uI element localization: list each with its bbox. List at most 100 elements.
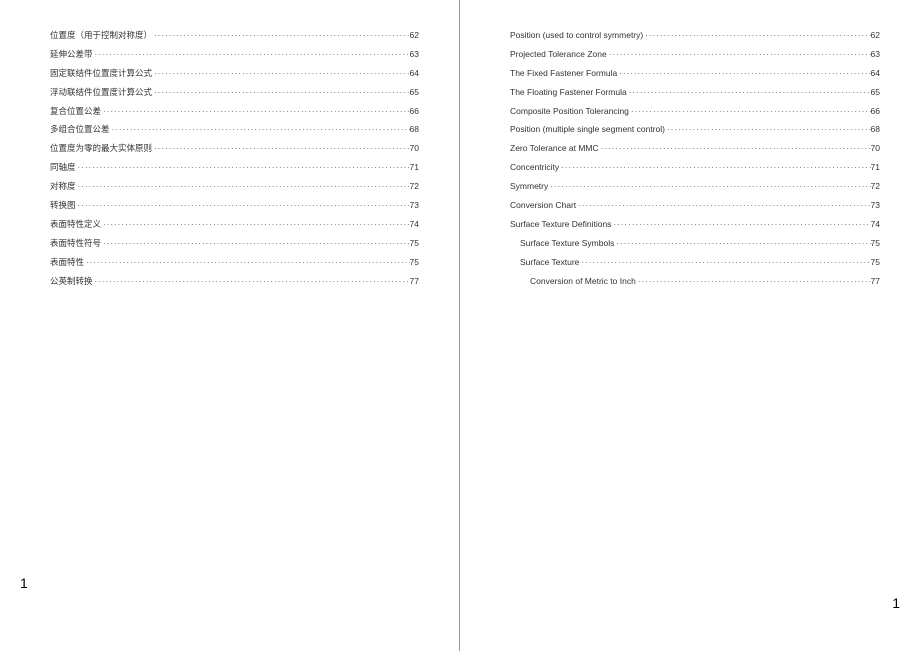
- toc-entry: 同轴度 71: [50, 162, 419, 174]
- toc-entry-page: 62: [410, 30, 419, 42]
- toc-entry-title: 转换图: [50, 200, 76, 212]
- toc-entry-title: 位置度（用于控制对称度）: [50, 30, 152, 42]
- toc-entry-page: 71: [410, 162, 419, 174]
- toc-entry: 固定联结件位置度计算公式 64: [50, 68, 419, 80]
- toc-entry-page: 70: [871, 143, 880, 155]
- toc-entry-title: Conversion Chart: [510, 200, 576, 212]
- toc-entry: Surface Texture Definitions 74: [510, 219, 880, 231]
- toc-leader: [576, 200, 870, 211]
- toc-leader: [617, 68, 870, 79]
- toc-leader: [76, 181, 410, 192]
- toc-entry: 对称度 72: [50, 181, 419, 193]
- toc-entry: Position (multiple single segment contro…: [510, 124, 880, 136]
- toc-entry-page: 70: [410, 143, 419, 155]
- toc-entry-title: Zero Tolerance at MMC: [510, 143, 599, 155]
- toc-leader: [76, 162, 410, 173]
- toc-entry-title: 固定联结件位置度计算公式: [50, 68, 152, 80]
- toc-entry-title: 同轴度: [50, 162, 76, 174]
- toc-entry-title: 复合位置公差: [50, 106, 101, 118]
- toc-entry-page: 74: [410, 219, 419, 231]
- toc-entry: Conversion of Metric to Inch 77: [510, 276, 880, 288]
- toc-entry-page: 66: [410, 106, 419, 118]
- toc-entry-title: Surface Texture Definitions: [510, 219, 611, 231]
- toc-leader: [643, 30, 870, 41]
- toc-entry-title: 位置度为零的最大实体原则: [50, 143, 152, 155]
- toc-entry-page: 77: [871, 276, 880, 288]
- toc-entry: Symmetry 72: [510, 181, 880, 193]
- toc-entry: 表面特性75: [50, 257, 419, 269]
- toc-leader: [665, 124, 871, 135]
- toc-entry-page: 75: [410, 238, 419, 250]
- toc-entry: Conversion Chart73: [510, 200, 880, 212]
- toc-entry-title: 表面特性: [50, 257, 84, 269]
- toc-entry: The Floating Fastener Formula65: [510, 87, 880, 99]
- toc-leader: [101, 106, 410, 117]
- toc-entry-page: 65: [410, 87, 419, 99]
- toc-leader: [101, 219, 410, 230]
- toc-right: Position (used to control symmetry) 62 Pro…: [510, 30, 880, 595]
- toc-entry-page: 73: [410, 200, 419, 212]
- toc-entry-page: 64: [410, 68, 419, 80]
- toc-entry-title: The Fixed Fastener Formula: [510, 68, 617, 80]
- toc-entry-title: 延伸公差带: [50, 49, 93, 61]
- toc-leader: [76, 200, 410, 211]
- toc-leader: [611, 219, 870, 230]
- toc-entry-title: Surface Texture Symbols: [520, 238, 614, 250]
- toc-entry: 复合位置公差 66: [50, 106, 419, 118]
- toc-entry: 位置度为零的最大实体原则 70: [50, 143, 419, 155]
- toc-entry: Surface Texture Symbols 75: [510, 238, 880, 250]
- toc-entry-title: Symmetry: [510, 181, 548, 193]
- toc-entry-title: Projected Tolerance Zone: [510, 49, 607, 61]
- toc-entry: 位置度（用于控制对称度） 62: [50, 30, 419, 42]
- toc-entry-page: 75: [871, 238, 880, 250]
- toc-entry-title: Position (multiple single segment contro…: [510, 124, 665, 136]
- toc-leader: [548, 181, 870, 192]
- toc-entry: Concentricity71: [510, 162, 880, 174]
- toc-leader: [599, 143, 871, 154]
- toc-entry-title: Position (used to control symmetry): [510, 30, 643, 42]
- toc-entry-title: Surface Texture: [520, 257, 579, 269]
- toc-entry-page: 68: [410, 124, 419, 136]
- toc-entry-title: Conversion of Metric to Inch: [530, 276, 636, 288]
- toc-leader: [152, 68, 410, 79]
- toc-leader: [152, 87, 410, 98]
- toc-leader: [607, 49, 871, 60]
- toc-entry-page: 68: [871, 124, 880, 136]
- toc-entry-page: 63: [410, 49, 419, 61]
- toc-entry-title: 公英制转换: [50, 276, 93, 288]
- page-number-right: 1: [510, 595, 900, 611]
- toc-entry-page: 71: [871, 162, 880, 174]
- toc-entry-page: 72: [410, 181, 419, 193]
- toc-entry-page: 74: [871, 219, 880, 231]
- toc-leader: [93, 49, 410, 60]
- toc-entry-page: 63: [871, 49, 880, 61]
- toc-leader: [110, 124, 410, 135]
- toc-leader: [559, 162, 870, 173]
- toc-entry: The Fixed Fastener Formula64: [510, 68, 880, 80]
- toc-entry: 表面特性定义 74: [50, 219, 419, 231]
- toc-entry-page: 62: [871, 30, 880, 42]
- toc-entry: 浮动联结件位置度计算公式 65: [50, 87, 419, 99]
- toc-entry: Projected Tolerance Zone 63: [510, 49, 880, 61]
- toc-entry-title: 表面特性定义: [50, 219, 101, 231]
- toc-leader: [152, 30, 410, 41]
- toc-entry-title: Composite Position Tolerancing: [510, 106, 629, 118]
- page-right: Position (used to control symmetry) 62 Pro…: [460, 0, 920, 651]
- toc-entry: Surface Texture75: [510, 257, 880, 269]
- toc-entry-title: 浮动联结件位置度计算公式: [50, 87, 152, 99]
- toc-leader: [152, 143, 410, 154]
- toc-entry-page: 72: [871, 181, 880, 193]
- toc-entry-page: 77: [410, 276, 419, 288]
- page-left: 位置度（用于控制对称度） 62 延伸公差带 63 固定联结件位置度计算公式 64 浮动联结件…: [0, 0, 460, 651]
- toc-entry-title: The Floating Fastener Formula: [510, 87, 627, 99]
- toc-leader: [627, 87, 871, 98]
- toc-entry-title: 多组合位置公差: [50, 124, 110, 136]
- toc-entry: 多组合位置公差 68: [50, 124, 419, 136]
- toc-left: 位置度（用于控制对称度） 62 延伸公差带 63 固定联结件位置度计算公式 64 浮动联结件…: [50, 30, 419, 575]
- toc-leader: [636, 276, 871, 287]
- toc-entry-title: 对称度: [50, 181, 76, 193]
- page-number-left: 1: [20, 575, 419, 591]
- toc-entry-title: 表面特性符号: [50, 238, 101, 250]
- toc-entry: 表面特性符号 75: [50, 238, 419, 250]
- toc-entry: Position (used to control symmetry) 62: [510, 30, 880, 42]
